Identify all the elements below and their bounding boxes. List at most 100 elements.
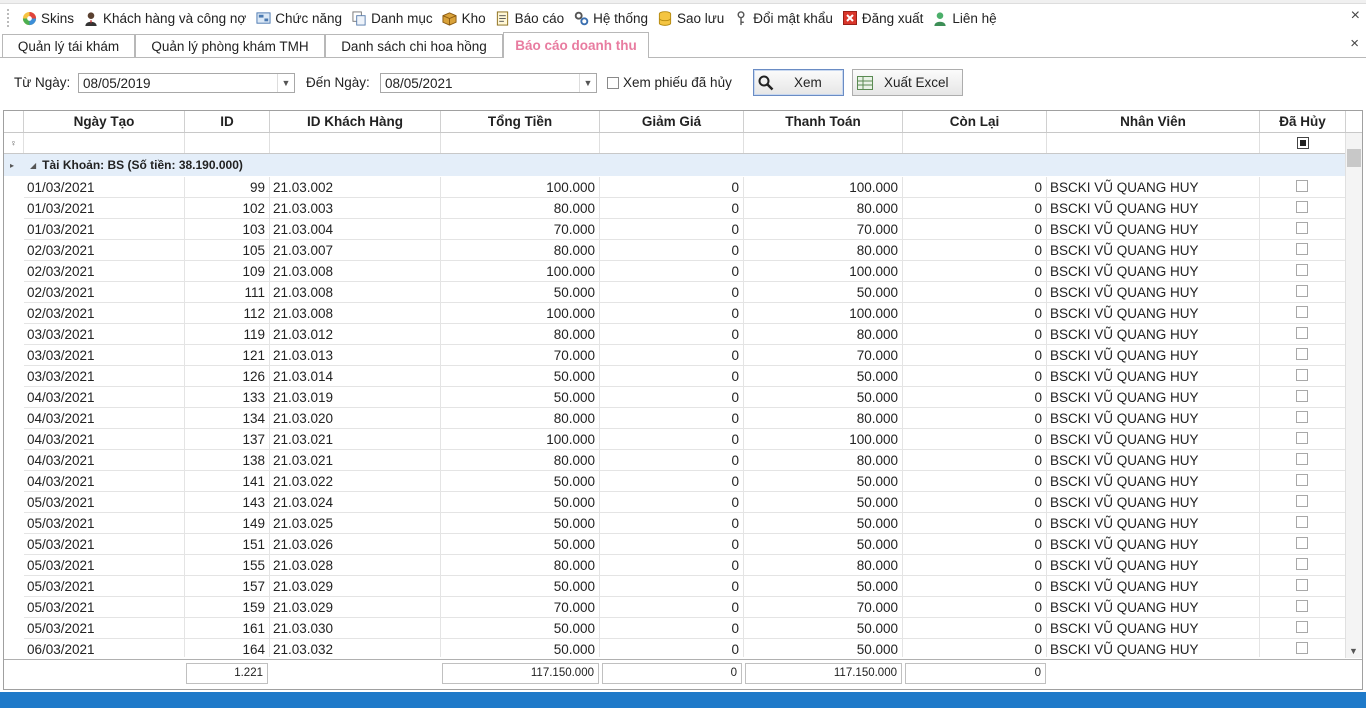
table-row[interactable]: 05/03/2021 157 21.03.029 50.000 0 50.000 0 BSCK… bbox=[4, 576, 1346, 597]
table-row[interactable]: 05/03/2021 155 21.03.028 80.000 0 80.000 0 BSCK… bbox=[4, 555, 1346, 576]
table-row[interactable]: 02/03/2021 112 21.03.008 100.000 0 100.000 0 BS… bbox=[4, 303, 1346, 324]
row-indicator[interactable] bbox=[4, 492, 24, 513]
menu-reports[interactable]: Báo cáo bbox=[492, 6, 571, 30]
row-indicator[interactable] bbox=[4, 576, 24, 597]
export-excel-button[interactable]: Xuất Excel bbox=[852, 69, 963, 96]
cancelled-checkbox[interactable] bbox=[1296, 432, 1308, 444]
table-row[interactable]: 02/03/2021 111 21.03.008 50.000 0 50.000 0 BSCK… bbox=[4, 282, 1346, 303]
cancelled-checkbox[interactable] bbox=[1296, 516, 1308, 528]
menu-warehouse[interactable]: Kho bbox=[439, 6, 492, 30]
filter-cell-col-created-date[interactable] bbox=[24, 133, 185, 153]
menu-customers-debts[interactable]: Khách hàng và công nợ bbox=[80, 6, 252, 30]
filter-cell-col-total[interactable] bbox=[441, 133, 600, 153]
table-row[interactable]: 05/03/2021 159 21.03.029 70.000 0 70.000 0 BSCK… bbox=[4, 597, 1346, 618]
cancelled-checkbox[interactable] bbox=[1296, 285, 1308, 297]
table-row[interactable]: 05/03/2021 151 21.03.026 50.000 0 50.000 0 BSCK… bbox=[4, 534, 1346, 555]
row-indicator[interactable] bbox=[4, 639, 24, 657]
close-icon[interactable]: × bbox=[1351, 7, 1360, 25]
header-col-cancelled[interactable]: Đã Hủy bbox=[1260, 111, 1346, 132]
tab-close-icon[interactable]: × bbox=[1350, 35, 1359, 52]
row-indicator[interactable] bbox=[4, 282, 24, 303]
table-row[interactable]: 03/03/2021 126 21.03.014 50.000 0 50.000 0 BSCK… bbox=[4, 366, 1346, 387]
cancelled-checkbox[interactable] bbox=[1296, 411, 1308, 423]
filter-cell-col-remaining[interactable] bbox=[903, 133, 1047, 153]
cancelled-checkbox[interactable] bbox=[1296, 579, 1308, 591]
row-indicator[interactable] bbox=[4, 513, 24, 534]
cancelled-checkbox[interactable] bbox=[1296, 495, 1308, 507]
filter-cell-col-payment[interactable] bbox=[744, 133, 903, 153]
cancelled-checkbox[interactable] bbox=[1296, 642, 1308, 654]
cancelled-checkbox[interactable] bbox=[1296, 222, 1308, 234]
row-indicator[interactable] bbox=[4, 345, 24, 366]
row-indicator[interactable] bbox=[4, 387, 24, 408]
table-row[interactable]: 04/03/2021 134 21.03.020 80.000 0 80.000 0 BSCK… bbox=[4, 408, 1346, 429]
vertical-scrollbar[interactable]: ▼ bbox=[1345, 133, 1362, 658]
table-row[interactable]: 02/03/2021 105 21.03.007 80.000 0 80.000 0 BSCK… bbox=[4, 240, 1346, 261]
table-row[interactable]: 04/03/2021 133 21.03.019 50.000 0 50.000 0 BSCK… bbox=[4, 387, 1346, 408]
tab-commission-list[interactable]: Danh sách chi hoa hồng bbox=[325, 34, 503, 57]
filter-cell-col-customer-id[interactable] bbox=[270, 133, 441, 153]
cancelled-checkbox[interactable] bbox=[1296, 558, 1308, 570]
header-col-payment[interactable]: Thanh Toán bbox=[744, 111, 903, 132]
cancelled-checkbox[interactable] bbox=[1296, 474, 1308, 486]
row-indicator[interactable] bbox=[4, 219, 24, 240]
table-row[interactable]: 05/03/2021 161 21.03.030 50.000 0 50.000 0 BSCK… bbox=[4, 618, 1346, 639]
view-button[interactable]: Xem bbox=[753, 69, 844, 96]
table-row[interactable]: 06/03/2021 164 21.03.032 50.000 0 50.000 0 BSCK… bbox=[4, 639, 1346, 657]
menu-categories[interactable]: Danh mục bbox=[348, 6, 439, 30]
row-indicator[interactable] bbox=[4, 597, 24, 618]
row-indicator[interactable] bbox=[4, 471, 24, 492]
menu-logout[interactable]: Đăng xuất bbox=[839, 6, 930, 30]
show-cancelled-checkbox[interactable] bbox=[607, 77, 619, 89]
row-indicator[interactable] bbox=[4, 408, 24, 429]
row-indicator[interactable] bbox=[4, 429, 24, 450]
cancelled-checkbox[interactable] bbox=[1296, 264, 1308, 276]
cancelled-checkbox[interactable] bbox=[1296, 201, 1308, 213]
header-col-remaining[interactable]: Còn Lại bbox=[903, 111, 1047, 132]
cancelled-checkbox[interactable] bbox=[1296, 306, 1308, 318]
menu-change-password[interactable]: Đổi mật khẩu bbox=[730, 6, 839, 30]
header-col-customer-id[interactable]: ID Khách Hàng bbox=[270, 111, 441, 132]
filter-cell-col-discount[interactable] bbox=[600, 133, 744, 153]
row-indicator[interactable] bbox=[4, 618, 24, 639]
table-row[interactable]: 05/03/2021 149 21.03.025 50.000 0 50.000 0 BSCK… bbox=[4, 513, 1346, 534]
table-row[interactable]: 01/03/2021 103 21.03.004 70.000 0 70.000 0 BSCK… bbox=[4, 219, 1346, 240]
header-col-created-date[interactable]: Ngày Tạo bbox=[24, 111, 185, 132]
cancelled-checkbox[interactable] bbox=[1296, 600, 1308, 612]
row-indicator[interactable] bbox=[4, 177, 24, 198]
header-col-total[interactable]: Tổng Tiền bbox=[441, 111, 600, 132]
cancelled-checkbox[interactable] bbox=[1296, 243, 1308, 255]
table-row[interactable]: 04/03/2021 137 21.03.021 100.000 0 100.000 0 BS… bbox=[4, 429, 1346, 450]
header-col-staff[interactable]: Nhân Viên bbox=[1047, 111, 1260, 132]
cancelled-checkbox[interactable] bbox=[1296, 369, 1308, 381]
filter-cancelled-checkbox[interactable] bbox=[1297, 137, 1309, 149]
cancelled-checkbox[interactable] bbox=[1296, 621, 1308, 633]
row-indicator[interactable] bbox=[4, 450, 24, 471]
menu-contact[interactable]: Liên hệ bbox=[929, 6, 1002, 30]
table-row[interactable]: 01/03/2021 102 21.03.003 80.000 0 80.000 0 BSCK… bbox=[4, 198, 1346, 219]
filter-cell-col-id[interactable] bbox=[185, 133, 270, 153]
group-row[interactable]: ▸ ◢ Tài Khoản: BS (Số tiền: 38.190.000) bbox=[4, 154, 1346, 176]
row-indicator[interactable] bbox=[4, 555, 24, 576]
filter-cell-col-cancelled[interactable] bbox=[1260, 133, 1346, 153]
menu-backup[interactable]: Sao lưu bbox=[654, 6, 730, 30]
header-col-id[interactable]: ID bbox=[185, 111, 270, 132]
cancelled-checkbox[interactable] bbox=[1296, 327, 1308, 339]
scroll-down-icon[interactable]: ▼ bbox=[1349, 646, 1358, 656]
table-row[interactable]: 05/03/2021 143 21.03.024 50.000 0 50.000 0 BSCK… bbox=[4, 492, 1346, 513]
menu-skins[interactable]: Skins bbox=[18, 6, 80, 30]
row-indicator[interactable] bbox=[4, 198, 24, 219]
from-date-picker[interactable]: 08/05/2019 ▼ bbox=[78, 73, 295, 93]
auto-filter-row[interactable]: ♀ bbox=[4, 133, 1362, 154]
scrollbar-thumb[interactable] bbox=[1347, 149, 1361, 167]
collapse-icon[interactable]: ◢ bbox=[30, 161, 36, 170]
row-indicator[interactable] bbox=[4, 303, 24, 324]
cancelled-checkbox[interactable] bbox=[1296, 180, 1308, 192]
row-indicator[interactable] bbox=[4, 261, 24, 282]
tab-ent-clinic[interactable]: Quản lý phòng khám TMH bbox=[135, 34, 325, 57]
cancelled-checkbox[interactable] bbox=[1296, 453, 1308, 465]
menu-functions[interactable]: Chức năng bbox=[252, 6, 348, 30]
table-row[interactable]: 03/03/2021 119 21.03.012 80.000 0 80.000 0 BSCK… bbox=[4, 324, 1346, 345]
cancelled-checkbox[interactable] bbox=[1296, 390, 1308, 402]
cancelled-checkbox[interactable] bbox=[1296, 537, 1308, 549]
